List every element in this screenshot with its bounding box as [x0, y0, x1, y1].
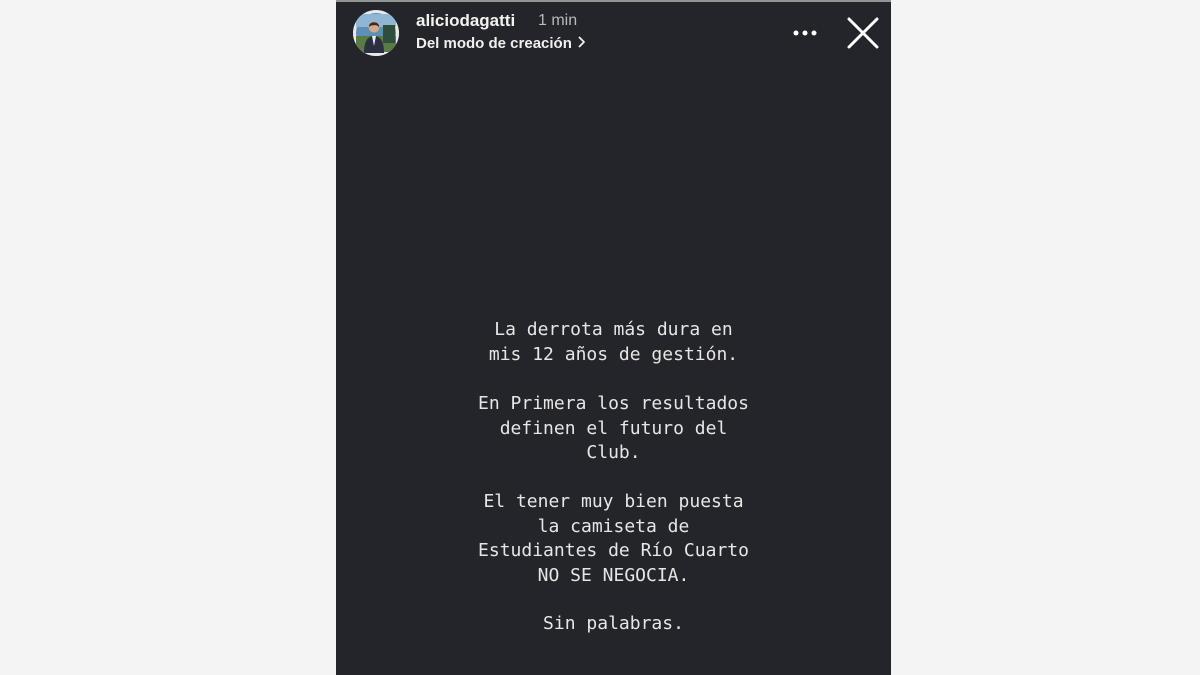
story-viewer[interactable]: aliciodagatti 1 min Del modo de creación…	[336, 0, 891, 675]
close-icon	[844, 17, 882, 56]
story-text-paragraph-3: El tener muy bien puesta la camiseta de …	[478, 491, 749, 586]
username[interactable]: aliciodagatti	[416, 11, 515, 31]
story-progress-bar	[336, 0, 891, 2]
chevron-right-icon	[578, 35, 586, 52]
more-horizontal-icon	[786, 30, 826, 48]
creation-mode-label: Del modo de creación	[416, 35, 572, 52]
story-text-paragraph-1: La derrota más dura en mis 12 años de ge…	[488, 319, 739, 365]
creation-mode-link[interactable]: Del modo de creación	[416, 35, 586, 52]
story-text-paragraph-2: En Primera los resultados definen el fut…	[478, 393, 749, 463]
close-button[interactable]	[844, 14, 882, 52]
story-text-paragraph-4: Sin palabras.	[543, 613, 684, 634]
avatar[interactable]	[353, 10, 399, 56]
avatar-photo	[353, 10, 399, 56]
post-time: 1 min	[538, 12, 578, 29]
story-progress-fill	[336, 0, 891, 2]
more-options-button[interactable]	[786, 22, 826, 44]
